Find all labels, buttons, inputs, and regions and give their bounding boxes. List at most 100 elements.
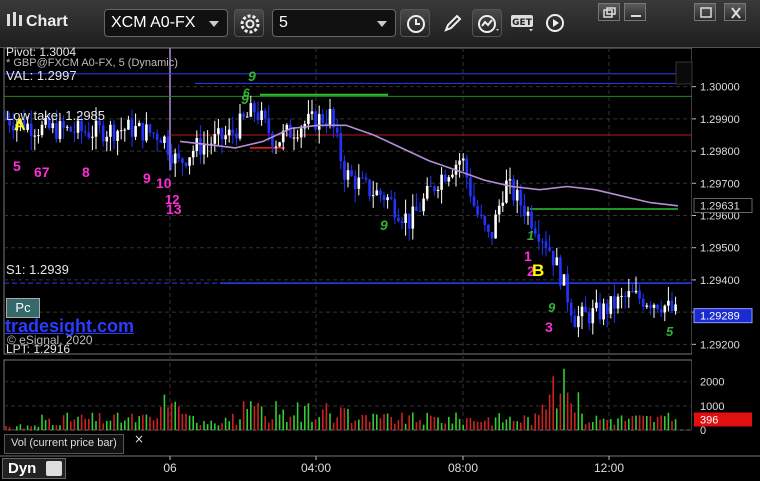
candle-body [325, 123, 328, 125]
volume-bar [253, 405, 256, 430]
candle-body [213, 134, 217, 144]
annotation-label: 1 [527, 228, 534, 243]
dyn-button[interactable]: Dyn [2, 458, 66, 479]
candle-body [328, 109, 332, 125]
candle-body [353, 175, 357, 189]
maximize-button[interactable] [694, 3, 716, 21]
volume-bar [70, 421, 72, 430]
candle-body [469, 177, 472, 197]
candle-body [278, 142, 281, 147]
candle-body [591, 308, 595, 324]
candle-body [343, 161, 346, 180]
volume-bar [5, 426, 7, 430]
candle-body [652, 304, 656, 308]
pencil-icon [444, 14, 462, 32]
candle-body [235, 133, 238, 139]
candle-body [577, 316, 580, 328]
candle-body [33, 135, 37, 137]
candle-body [544, 241, 548, 248]
volume-bar [610, 419, 612, 430]
volume-bar [473, 421, 475, 430]
interval-field[interactable]: 5 [272, 9, 396, 37]
annotation-label: 9 [548, 300, 556, 315]
candle-body [559, 257, 562, 286]
candle-body [440, 174, 443, 190]
candle-body [127, 119, 130, 130]
price-tick-label: 1.29200 [700, 339, 740, 351]
restore-button[interactable] [598, 3, 620, 21]
volume-bar [286, 422, 288, 430]
count-box [675, 61, 693, 85]
volume-bar [444, 423, 446, 430]
candle-body [170, 154, 173, 164]
candle-body [645, 305, 649, 307]
candle-body [512, 179, 515, 201]
time-button[interactable] [400, 9, 430, 37]
candle-body [40, 124, 44, 136]
get-button[interactable]: GET [506, 9, 536, 37]
volume-bar [88, 418, 90, 430]
minimize-button[interactable] [624, 3, 646, 21]
volume-bar [55, 425, 58, 430]
volume-bar [167, 407, 169, 430]
candle-body [58, 121, 62, 140]
candle-body [191, 150, 195, 158]
volume-bar [296, 402, 299, 430]
volume-bar [588, 422, 590, 430]
volume-bar [545, 409, 547, 430]
volume-bar [397, 420, 400, 430]
candle-body [670, 300, 674, 312]
candle-body [357, 177, 361, 189]
volume-bar [660, 415, 662, 430]
price-chart[interactable]: 1.300001.299001.298001.297001.296001.295… [0, 48, 760, 481]
candle-body [321, 114, 325, 124]
candle-body [494, 214, 497, 239]
volume-bar [127, 417, 130, 430]
minimize-icon [631, 15, 641, 17]
study-button[interactable] [472, 9, 502, 37]
annotation-label: 8 [82, 164, 90, 180]
play-button[interactable] [540, 9, 570, 37]
candle-body [220, 128, 224, 140]
volume-bar [170, 402, 173, 430]
pc-button[interactable]: Pc [6, 298, 40, 318]
volume-bar [289, 416, 292, 430]
close-button[interactable] [724, 3, 746, 21]
candle-body [253, 103, 256, 113]
candle-body [602, 303, 605, 320]
candle-body [634, 290, 638, 293]
chevron-down-icon [377, 21, 387, 27]
candle-body [663, 305, 667, 313]
annotation-label: 9 [248, 68, 256, 84]
volume-bar [62, 415, 65, 430]
time-tick-label: 04:00 [301, 461, 331, 475]
annotation-label: 13 [166, 201, 182, 217]
candle-body [641, 298, 645, 307]
s1-label: S1: 1.2939 [6, 262, 69, 277]
volume-bar [505, 419, 508, 430]
candle-body [598, 302, 602, 320]
volume-tick-label: 2000 [700, 377, 724, 389]
candle-body [65, 126, 69, 128]
volume-bar [631, 416, 634, 430]
volume-bar [113, 414, 115, 430]
candle-body [307, 113, 310, 124]
volume-bar [527, 417, 529, 430]
candle-body [425, 185, 429, 199]
candle-body [173, 153, 177, 164]
volume-bar [354, 420, 356, 430]
settings-button[interactable] [234, 9, 264, 37]
candle-body [73, 131, 76, 133]
volume-bar [653, 422, 655, 430]
volume-bar [131, 413, 133, 430]
draw-button[interactable] [438, 9, 468, 37]
candle-body [631, 291, 634, 293]
symbol-field[interactable]: XCM A0-FX [104, 9, 228, 37]
candle-body [580, 306, 584, 317]
svg-text:GET: GET [512, 18, 533, 28]
candle-body [130, 119, 134, 137]
volume-bar [487, 417, 490, 430]
volume-close-icon[interactable]: × [134, 432, 144, 446]
candle-body [202, 144, 206, 155]
chevron-down-icon [209, 21, 219, 27]
